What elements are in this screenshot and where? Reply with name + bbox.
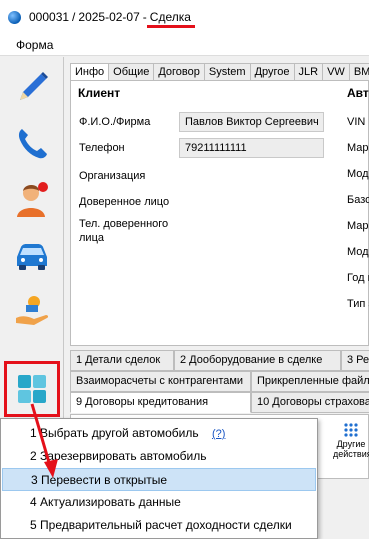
menu-item-number: 2 <box>30 449 37 463</box>
edit-button[interactable] <box>10 65 54 109</box>
tab-credit-contracts[interactable]: 9 Договоры кредитования <box>70 392 251 413</box>
tab-contract[interactable]: Договор <box>154 63 205 81</box>
proxy-label: Доверенное лицо <box>79 196 170 208</box>
tab-bmw[interactable]: BMW <box>349 63 369 81</box>
menu-item-refresh-data[interactable]: 4 Актуализировать данные <box>2 491 316 514</box>
money-hand-icon <box>16 296 49 325</box>
tab-general[interactable]: Общие <box>109 63 155 81</box>
top-tab-strip: Инфо Общие Договор System Другое JLR VW … <box>70 63 369 81</box>
tab-attached-files[interactable]: Прикрепленные файл <box>251 371 369 392</box>
phone-icon <box>18 129 47 159</box>
menu-item-reserve-car[interactable]: 2 Зарезервировать автомобиль <box>2 445 316 468</box>
bottom-tab-strip: 1 Детали сделок 2 Дооборудование в сделк… <box>70 350 369 413</box>
client-phone-label: Телефон <box>79 142 125 154</box>
organization-label: Организация <box>79 170 146 182</box>
tab-system[interactable]: System <box>204 63 251 81</box>
tab-ads[interactable]: 3 Рек <box>341 350 369 371</box>
title-dash: - <box>142 10 147 24</box>
payment-button[interactable] <box>10 289 54 333</box>
client-name-field[interactable]: Павлов Виктор Сергеевич <box>179 112 324 132</box>
auto-section-title: Авт <box>347 86 369 100</box>
actions-popup-menu: 1 Выбрать другой автомобиль (?) 2 Зарезе… <box>0 418 318 539</box>
menu-item-label: Перевести в открытые <box>41 473 168 487</box>
auto-year-label: Год в <box>347 272 369 284</box>
auto-type-label: Тип з <box>347 298 369 310</box>
auto-brand2-label: Марк <box>347 220 369 232</box>
menu-form[interactable]: Форма <box>16 38 53 52</box>
menu-item-profit-estimate[interactable]: 5 Предварительный расчет доходности сдел… <box>2 514 316 537</box>
tab-extra-equipment[interactable]: 2 Дооборудование в сделке <box>174 350 341 371</box>
more-actions-button[interactable] <box>4 361 60 417</box>
person-icon <box>17 182 48 217</box>
auto-model2-label: Моде <box>347 246 369 258</box>
menu-item-number: 4 <box>30 495 37 509</box>
menu-item-number: 3 <box>31 473 38 487</box>
client-section-title: Клиент <box>78 86 121 100</box>
tab-jlr[interactable]: JLR <box>294 63 324 81</box>
grid-icon <box>18 375 46 403</box>
dots-grid-icon <box>344 423 358 437</box>
menu-item-label: Выбрать другой автомобиль <box>40 426 199 440</box>
tab-other[interactable]: Другое <box>250 63 295 81</box>
proxy-phone-label-line1: Тел. доверенного <box>79 218 169 230</box>
tab-insurance-contracts[interactable]: 10 Договоры страхования <box>251 392 369 413</box>
app-icon <box>8 10 21 24</box>
menu-item-number: 1 <box>30 426 37 440</box>
proxy-phone-label-line2: лица <box>79 232 104 244</box>
call-button[interactable] <box>10 121 54 165</box>
auto-model-label: Моде <box>347 168 369 180</box>
help-link[interactable]: (?) <box>212 428 225 440</box>
auto-brand-label: Марк <box>347 142 369 154</box>
tab-vw[interactable]: VW <box>323 63 350 81</box>
menu-item-move-to-open[interactable]: 3 Перевести в открытые <box>2 468 316 491</box>
auto-base-label: Базо <box>347 194 369 206</box>
car-icon <box>17 244 47 270</box>
other-actions-line2: действия <box>333 449 369 459</box>
menu-item-label: Зарезервировать автомобиль <box>40 449 207 463</box>
other-actions-button[interactable]: Другие действия <box>333 423 369 459</box>
doc-kind: Сделка <box>146 10 196 28</box>
pen-icon <box>20 72 48 100</box>
menu-item-number: 5 <box>30 518 37 532</box>
menubar: Форма <box>0 34 369 56</box>
other-actions-line1: Другие <box>336 439 366 449</box>
client-phone-field[interactable]: 79211111111 <box>179 138 324 158</box>
info-panel: Клиент Авт Ф.И.О./Фирма Павлов Виктор Се… <box>70 80 369 346</box>
doc-number: 000031 <box>29 10 70 24</box>
menu-item-choose-car[interactable]: 1 Выбрать другой автомобиль (?) <box>2 422 316 445</box>
title-separator: / <box>72 10 76 24</box>
vehicle-button[interactable] <box>10 233 54 277</box>
menu-item-label: Актуализировать данные <box>40 495 181 509</box>
menu-item-label: Предварительный расчет доходности сделки <box>40 518 292 532</box>
tab-settlements[interactable]: Взаиморасчеты с контрагентами <box>70 371 251 392</box>
client-button[interactable] <box>10 177 54 221</box>
client-name-label: Ф.И.О./Фирма <box>79 116 151 128</box>
auto-vin-label: VIN <box>347 116 366 128</box>
doc-date: 2025-02-07 <box>78 10 140 24</box>
tab-deal-details[interactable]: 1 Детали сделок <box>70 350 174 371</box>
tab-info[interactable]: Инфо <box>70 63 110 81</box>
window-titlebar: 000031 / 2025-02-07 - Сделка <box>0 0 369 34</box>
